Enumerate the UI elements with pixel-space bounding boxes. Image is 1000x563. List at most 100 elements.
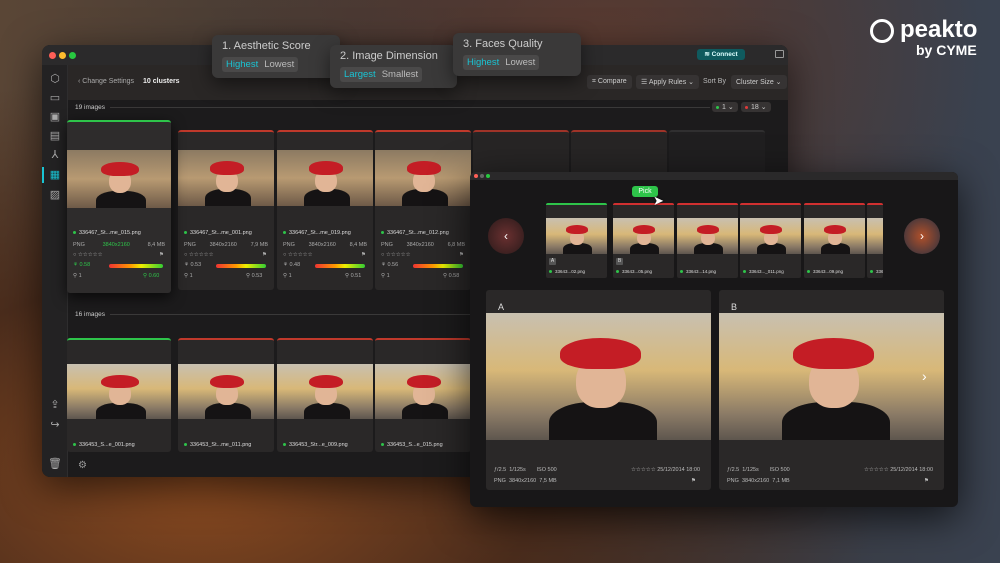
photos-icon[interactable]: ▣ (48, 110, 62, 124)
stars: ☆☆☆☆☆ (188, 252, 214, 258)
aesthetic-score: 0.56 (387, 262, 399, 268)
share-icon[interactable]: ⇪ (48, 398, 62, 412)
file-size: 8,4 MB (147, 242, 165, 248)
image-icon[interactable]: ▨ (48, 188, 62, 202)
minimize-button[interactable] (480, 174, 484, 178)
zoom-button[interactable] (69, 52, 76, 59)
shutter-speed: 1/125s (509, 467, 526, 473)
people-count: 1 (78, 273, 82, 279)
file-name: 336467_St...me_012.png (387, 230, 449, 236)
rating-stars[interactable]: ☆☆☆☆☆ (864, 467, 889, 473)
flag-icon[interactable]: ⚑ (691, 478, 696, 484)
image-card[interactable]: 336453_S...e_001.png (67, 338, 171, 452)
face-quality-score: 0.51 (350, 273, 362, 279)
rejected-filter[interactable]: 18 ⌄ (741, 102, 771, 112)
aperture: ƒ/2.5 (494, 467, 507, 473)
printer-icon[interactable]: ▤ (48, 129, 62, 143)
apply-rules-button[interactable]: ☰ Apply Rules ⌄ (636, 75, 700, 89)
zoom-button[interactable] (486, 174, 490, 178)
back-button[interactable]: ‹ Change Settings (78, 78, 134, 85)
image-card[interactable]: 336467_St...me_019.png PNG 3840x2160 8,4 M… (277, 130, 373, 290)
picked-count: 1 (722, 104, 726, 111)
sort-select[interactable]: Cluster Size ⌄ (731, 75, 787, 89)
popup-title: 1. Aesthetic Score (222, 40, 311, 52)
rating-stars[interactable]: ○ ☆☆☆☆☆ (381, 252, 411, 258)
file-dimension: 3840x2160 (102, 242, 130, 248)
image-card[interactable]: 336467_St...me_015.png PNG 3840x2160 8,4 M… (67, 120, 171, 293)
close-button[interactable] (49, 52, 56, 59)
photo-thumbnail (719, 313, 944, 440)
compare-panel[interactable]: B › ƒ/2.5 1/125s ISO 500 ☆☆☆☆☆ 25/12/201… (719, 290, 944, 490)
sidebar-toggle-icon[interactable] (775, 50, 784, 58)
option-lowest[interactable]: Lowest (505, 57, 535, 68)
option-smallest[interactable]: Smallest (382, 69, 418, 80)
photo-subject-beret (209, 161, 245, 175)
photo-thumbnail (178, 150, 274, 206)
photo-subject-beret (101, 161, 139, 176)
option-highest[interactable]: Highest (467, 57, 499, 68)
image-card[interactable]: 336453_S...e_015.png (375, 338, 471, 452)
logo-by: by CYME (916, 42, 977, 58)
file-name: 336453_S...e_001.png (79, 442, 135, 448)
file-size: 8,4 MB (349, 242, 367, 248)
face-quality-score: 0.53 (251, 273, 263, 279)
flag-icon[interactable]: ⚑ (924, 478, 929, 484)
forward-icon[interactable]: ↪ (48, 418, 62, 432)
file-name: 3364 (876, 269, 883, 274)
photo-thumbnail (546, 218, 607, 254)
previous-cluster-button[interactable]: ‹ (488, 218, 524, 254)
settings-gear-icon[interactable]: ⚙ (78, 460, 87, 471)
cluster-icon[interactable]: ▦ (48, 168, 62, 182)
trash-icon[interactable]: 🗑 (48, 457, 62, 471)
rating-stars[interactable]: ○ ☆☆☆☆☆ (184, 252, 214, 258)
connect-button[interactable]: ≋ Connect (697, 49, 745, 60)
rating-stars[interactable]: ○ ☆☆☆☆☆ (73, 252, 103, 258)
flag-icon[interactable]: ⚑ (159, 252, 164, 258)
close-button[interactable] (474, 174, 478, 178)
minimize-button[interactable] (59, 52, 66, 59)
flag-icon[interactable]: ⚑ (459, 252, 464, 258)
drive-icon[interactable]: ▭ (48, 91, 62, 105)
sort-rule-popup: 3. Faces Quality Highest Lowest (453, 33, 581, 76)
image-card[interactable]: 336453_St...me_011.png (178, 338, 274, 452)
iso: ISO 500 (769, 467, 790, 473)
option-highest[interactable]: Highest (226, 59, 258, 70)
compare-thumbnail[interactable]: 3364 (867, 203, 883, 278)
compare-thumbnail[interactable]: 33643..._011.png (740, 203, 801, 278)
compare-thumbnail[interactable]: 33643...09.png (804, 203, 865, 278)
aperture: ƒ/2.5 (727, 467, 740, 473)
face-quality-score: 0.60 (148, 273, 160, 279)
sort-rule-popup: 1. Aesthetic Score Highest Lowest (212, 35, 340, 78)
photo-thumbnail (277, 150, 373, 206)
compare-thumbnail[interactable]: 33643...14.png (677, 203, 738, 278)
picked-filter[interactable]: 1 ⌄ (712, 102, 738, 112)
compare-button[interactable]: ⌗ Compare (587, 75, 632, 89)
flag-icon[interactable]: ⚑ (262, 252, 267, 258)
compare-thumbnail[interactable]: A 33643...02.png (546, 203, 607, 278)
option-lowest[interactable]: Lowest (264, 59, 294, 70)
next-cluster-button[interactable]: › (904, 218, 940, 254)
shutter-speed: 1/125s (742, 467, 759, 473)
image-card[interactable]: 336467_St...me_001.png PNG 3840x2160 7,9 M… (178, 130, 274, 290)
image-card[interactable]: 336467_St...me_012.png PNG 3840x2160 6,8 M… (375, 130, 471, 290)
photo-subject-beret (308, 161, 344, 175)
next-image-icon[interactable]: › (922, 368, 927, 384)
network-icon[interactable]: ⅄ (48, 148, 62, 162)
file-format: PNG (494, 478, 506, 484)
panel-label: B (731, 302, 738, 312)
cursor-icon: ➤ (653, 193, 664, 208)
flag-icon[interactable]: ⚑ (361, 252, 366, 258)
photo-subject-beret (560, 338, 642, 369)
image-card[interactable]: 336453_Str...e_009.png (277, 338, 373, 452)
rating-stars[interactable]: ○ ☆☆☆☆☆ (283, 252, 313, 258)
sort-rule-popup: 2. Image Dimension Largest Smallest (330, 45, 457, 88)
photo-subject-beret (406, 375, 442, 389)
logo-mark-icon (870, 19, 894, 43)
option-largest[interactable]: Largest (344, 69, 376, 80)
rating-stars[interactable]: ☆☆☆☆☆ (631, 467, 656, 473)
compare-panel[interactable]: A ƒ/2.5 1/125s ISO 500 ☆☆☆☆☆ 25/12/2014 … (486, 290, 711, 490)
photo-thumbnail (804, 218, 865, 254)
cube-icon[interactable]: ⬡ (48, 72, 62, 86)
compare-thumbnail[interactable]: B 33643...05.png (613, 203, 674, 278)
file-name: 336467_St...me_015.png (79, 230, 141, 236)
